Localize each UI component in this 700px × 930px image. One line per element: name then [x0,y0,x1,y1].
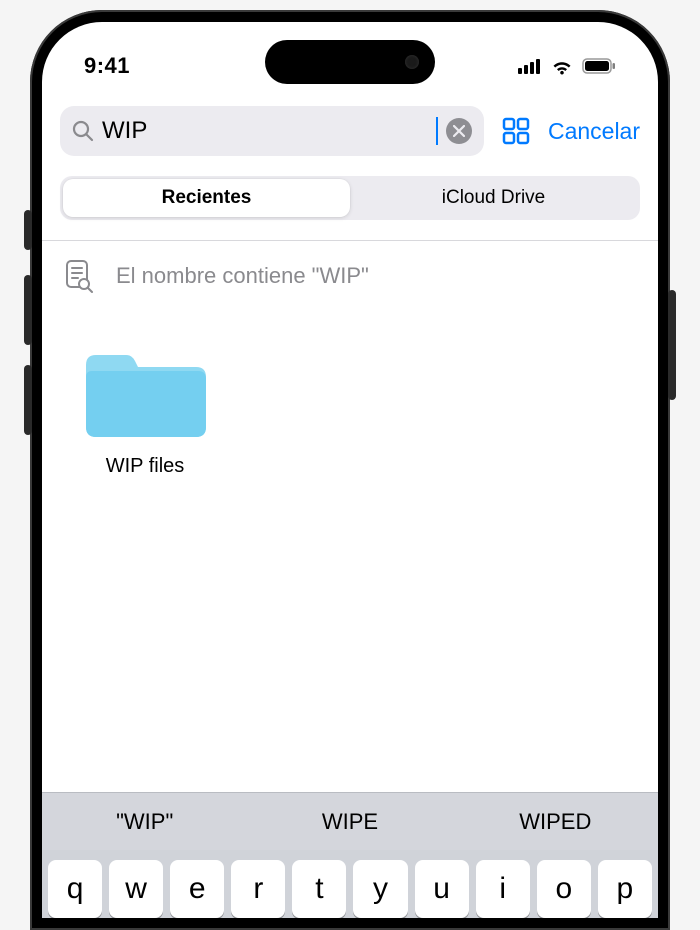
filter-suggestion-row[interactable]: El nombre contiene "WIP" [42,241,658,311]
search-field[interactable] [60,106,484,156]
key-q[interactable]: q [48,860,102,918]
key-t[interactable]: t [292,860,346,918]
key-p[interactable]: p [598,860,652,918]
screen: 9:41 [42,22,658,918]
side-button-volume-up [24,275,32,345]
key-u[interactable]: u [415,860,469,918]
wifi-icon [550,57,574,75]
phone-frame: 9:41 [30,10,670,930]
scope-segmented-control: Recientes iCloud Drive [60,176,640,220]
key-w[interactable]: w [109,860,163,918]
search-icon [72,120,94,142]
search-nav-row: Cancelar [42,94,658,166]
clear-search-button[interactable] [446,118,472,144]
folder-label: WIP files [106,455,185,478]
document-search-icon [64,259,94,293]
cancel-button[interactable]: Cancelar [548,118,640,145]
side-button-silence [24,210,32,250]
quicktype-bar: "WIP" WIPE WIPED [42,792,658,850]
key-y[interactable]: y [353,860,407,918]
folder-icon [80,341,210,441]
suggestion-3[interactable]: WIPED [453,809,658,835]
side-button-volume-down [24,365,32,435]
filter-suggestion-text: El nombre contiene "WIP" [116,263,369,289]
result-folder-item[interactable]: WIP files [70,341,220,478]
search-input[interactable] [102,117,434,145]
cellular-signal-icon [518,58,542,74]
side-button-power [668,290,676,400]
view-mode-button[interactable] [500,115,532,147]
scope-tab-icloud[interactable]: iCloud Drive [350,179,637,217]
key-e[interactable]: e [170,860,224,918]
keyboard-row-top: q w e r t y u i o p [42,850,658,918]
keyboard: "WIP" WIPE WIPED q w e r t y u i o p [42,792,658,918]
status-time: 9:41 [84,53,204,79]
suggestion-1[interactable]: "WIP" [42,809,247,835]
dynamic-island [265,40,435,84]
key-o[interactable]: o [537,860,591,918]
text-cursor [436,117,438,145]
key-i[interactable]: i [476,860,530,918]
spacer [42,508,658,792]
key-r[interactable]: r [231,860,285,918]
results-grid: WIP files [42,311,658,508]
front-camera [405,55,419,69]
suggestion-2[interactable]: WIPE [247,809,452,835]
scope-tab-recents[interactable]: Recientes [63,179,350,217]
battery-icon [582,58,616,74]
